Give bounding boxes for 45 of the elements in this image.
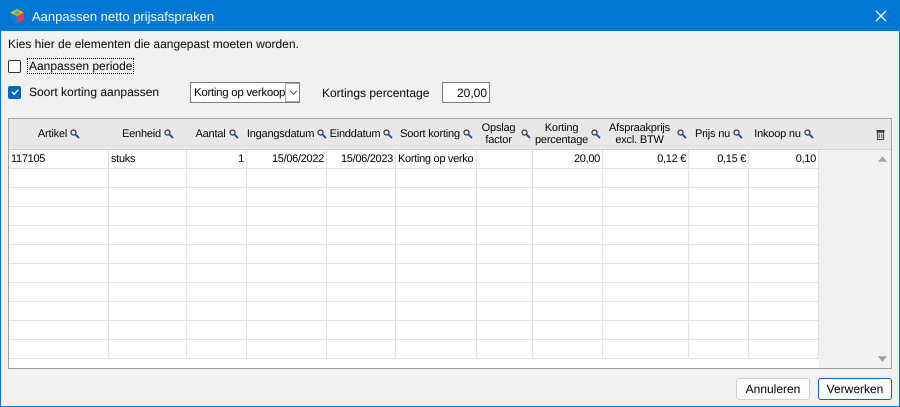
caret-icon: [289, 90, 298, 95]
delete-icon[interactable]: [876, 128, 885, 140]
search-icon[interactable]: [733, 129, 744, 139]
column-header[interactable]: Prijs nu: [694, 128, 730, 140]
column-header[interactable]: Aantal: [196, 128, 226, 140]
table-cell: 15/06/2022: [272, 153, 324, 165]
column-header[interactable]: Ingangsdatum: [246, 128, 314, 140]
close-icon[interactable]: [875, 10, 887, 22]
table-cell: 1: [238, 153, 244, 165]
discount-percentage-label: Kortings percentage: [322, 86, 430, 100]
search-icon[interactable]: [164, 129, 174, 139]
search-icon[interactable]: [591, 129, 602, 139]
table-cell: 0,10: [796, 153, 816, 165]
dialog-button[interactable]: Annuleren: [736, 378, 810, 400]
column-header[interactable]: Artikel: [38, 128, 68, 140]
search-icon[interactable]: [521, 129, 531, 139]
table-cell: Korting op verko: [398, 153, 474, 165]
discount-percentage-field[interactable]: 20,00: [442, 82, 490, 103]
column-header[interactable]: Soort korting: [400, 128, 460, 140]
table-cell: 15/06/2023: [340, 153, 393, 165]
column-header[interactable]: Einddatum: [330, 128, 380, 140]
column-header[interactable]: Inkoop nu: [754, 128, 801, 140]
table-cell: stuks: [111, 153, 136, 165]
search-icon[interactable]: [317, 129, 328, 139]
discount-type-checkbox[interactable]: Soort korting aanpassen: [8, 82, 183, 102]
table-cell: 117105: [11, 153, 46, 165]
checkmark-icon: [10, 87, 20, 97]
search-icon[interactable]: [383, 129, 394, 139]
search-icon[interactable]: [228, 129, 238, 139]
table-cell: 20,00: [574, 153, 600, 165]
table-cell: 0,12 €: [657, 153, 686, 165]
search-icon[interactable]: [677, 129, 687, 139]
dialog-button[interactable]: Verwerken: [818, 378, 892, 400]
window-title: Aanpassen netto prijsafspraken: [32, 8, 214, 24]
column-header[interactable]: Korting percentage: [534, 122, 588, 146]
instruction-text: Kies hier de elementen die aangepast moeten worden.: [8, 37, 299, 51]
column-header[interactable]: Afspraakprijs excl. BTW: [605, 122, 674, 146]
discount-type-dropdown[interactable]: Korting op verkoop: [190, 82, 300, 103]
search-icon[interactable]: [462, 129, 473, 139]
app-icon: [9, 8, 25, 24]
table-cell: 0,15 €: [717, 153, 746, 165]
search-icon[interactable]: [804, 129, 814, 139]
search-icon[interactable]: [70, 129, 80, 139]
column-header[interactable]: Eenheid: [122, 128, 161, 140]
column-header[interactable]: Opslag factor: [479, 122, 518, 146]
